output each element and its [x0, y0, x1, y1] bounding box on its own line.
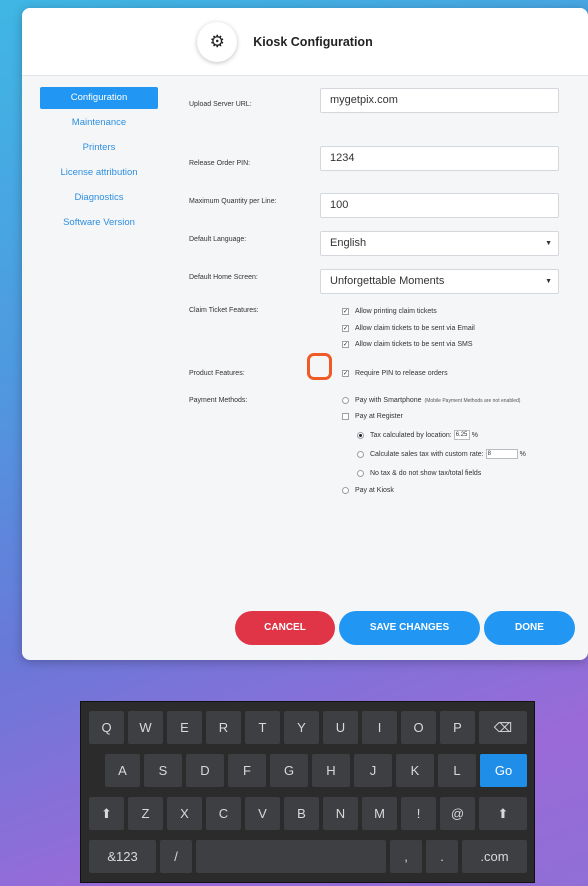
gear-icon: ⚙ — [197, 21, 238, 62]
shift-right-icon[interactable]: ⬆ — [479, 797, 527, 830]
dialog-title: Kiosk Configuration — [253, 34, 373, 49]
key-d[interactable]: D — [186, 754, 224, 787]
no-tax-radio[interactable]: No tax & do not show tax/total fields — [357, 470, 481, 477]
key-p[interactable]: P — [440, 711, 475, 744]
highlight-ring — [307, 353, 332, 380]
key-exclamation[interactable]: ! — [401, 797, 436, 830]
shift-left-icon[interactable]: ⬆ — [89, 797, 124, 830]
key-q[interactable]: Q — [89, 711, 124, 744]
language-select[interactable]: English ▼ — [320, 231, 559, 256]
max-qty-input[interactable]: 100 — [320, 193, 559, 218]
key-a[interactable]: A — [105, 754, 140, 787]
key-h[interactable]: H — [312, 754, 350, 787]
home-screen-label: Default Home Screen: — [189, 274, 258, 281]
radio-icon — [357, 450, 364, 458]
key-j[interactable]: J — [354, 754, 392, 787]
key-n[interactable]: N — [323, 797, 358, 830]
key-y[interactable]: Y — [284, 711, 319, 744]
key-f[interactable]: F — [228, 754, 266, 787]
key-g[interactable]: G — [270, 754, 308, 787]
sidebar-item-configuration[interactable]: Configuration — [40, 87, 158, 109]
dialog-header: ⚙ Kiosk Configuration — [22, 8, 588, 76]
key-v[interactable]: V — [245, 797, 280, 830]
upload-url-label: Upload Server URL: — [189, 101, 252, 108]
key-l[interactable]: L — [438, 754, 476, 787]
key-r[interactable]: R — [206, 711, 241, 744]
radio-icon — [342, 487, 349, 494]
tax-custom-input[interactable]: 8 — [485, 449, 518, 459]
radio-icon — [357, 470, 364, 477]
key-z[interactable]: Z — [128, 797, 163, 830]
tax-location-radio[interactable]: Tax calculated by location: 6.25% — [357, 430, 478, 440]
done-button[interactable]: DONE — [484, 611, 575, 645]
checkbox-checked-icon: ✓ — [342, 308, 349, 315]
checkbox-icon — [342, 413, 349, 420]
key-at[interactable]: @ — [440, 797, 475, 830]
key-w[interactable]: W — [128, 711, 163, 744]
key-o[interactable]: O — [401, 711, 436, 744]
sidebar: Configuration Maintenance Printers Licen… — [40, 87, 158, 237]
key-m[interactable]: M — [362, 797, 397, 830]
radio-selected-icon — [357, 431, 364, 439]
numbers-key[interactable]: &123 — [89, 840, 156, 873]
key-slash[interactable]: / — [160, 840, 192, 873]
cancel-button[interactable]: CANCEL — [235, 611, 335, 645]
checkbox-checked-icon: ✓ — [342, 325, 349, 332]
claim-ticket-label: Claim Ticket Features: — [189, 307, 259, 314]
payment-methods-label: Payment Methods: — [189, 397, 248, 404]
home-screen-value: Unforgettable Moments — [330, 275, 445, 287]
pay-smartphone-radio[interactable]: Pay with Smartphone (Mobile Payment Metho… — [342, 397, 520, 404]
max-qty-label: Maximum Quantity per Line: — [189, 198, 277, 205]
pay-register-checkbox[interactable]: Pay at Register — [342, 413, 403, 420]
caret-down-icon: ▼ — [545, 240, 552, 247]
sidebar-item-diagnostics[interactable]: Diagnostics — [40, 187, 158, 209]
sidebar-item-printers[interactable]: Printers — [40, 137, 158, 159]
kiosk-config-dialog: ⚙ Kiosk Configuration Configuration Main… — [22, 8, 588, 660]
tax-location-input[interactable]: 6.25 — [453, 430, 470, 440]
sidebar-item-software-version[interactable]: Software Version — [40, 212, 158, 234]
claim-email-checkbox[interactable]: ✓ Allow claim tickets to be sent via Emai… — [342, 325, 475, 332]
upload-url-input[interactable]: mygetpix.com — [320, 88, 559, 113]
on-screen-keyboard: Q W E R T Y U I O P ⌫ A S D F G H J K L … — [80, 701, 535, 883]
key-t[interactable]: T — [245, 711, 280, 744]
key-comma[interactable]: , — [390, 840, 422, 873]
key-u[interactable]: U — [323, 711, 358, 744]
space-key[interactable] — [196, 840, 386, 873]
caret-down-icon: ▼ — [545, 278, 552, 285]
checkbox-checked-icon: ✓ — [342, 341, 349, 348]
home-screen-select[interactable]: Unforgettable Moments ▼ — [320, 269, 559, 294]
language-label: Default Language: — [189, 236, 247, 243]
key-period[interactable]: . — [426, 840, 458, 873]
sidebar-item-license[interactable]: License attribution — [40, 162, 158, 184]
language-value: English — [330, 237, 367, 249]
release-pin-input[interactable]: 1234 — [320, 146, 559, 171]
radio-icon — [342, 397, 349, 404]
product-features-label: Product Features: — [189, 370, 245, 377]
claim-sms-checkbox[interactable]: ✓ Allow claim tickets to be sent via SMS — [342, 341, 473, 348]
go-key[interactable]: Go — [480, 754, 527, 787]
key-x[interactable]: X — [167, 797, 202, 830]
release-pin-label: Release Order PIN: — [189, 160, 251, 167]
key-b[interactable]: B — [284, 797, 319, 830]
dotcom-key[interactable]: .com — [462, 840, 527, 873]
backspace-icon[interactable]: ⌫ — [479, 711, 527, 744]
key-e[interactable]: E — [167, 711, 202, 744]
claim-print-checkbox[interactable]: ✓ Allow printing claim tickets — [342, 308, 437, 315]
save-changes-button[interactable]: SAVE CHANGES — [339, 611, 480, 645]
sidebar-item-maintenance[interactable]: Maintenance — [40, 112, 158, 134]
key-s[interactable]: S — [144, 754, 182, 787]
key-c[interactable]: C — [206, 797, 241, 830]
key-i[interactable]: I — [362, 711, 397, 744]
tax-custom-radio[interactable]: Calculate sales tax with custom rate: 8% — [357, 449, 526, 459]
checkbox-checked-icon: ✓ — [342, 370, 349, 377]
key-k[interactable]: K — [396, 754, 434, 787]
pay-kiosk-radio[interactable]: Pay at Kiosk — [342, 487, 394, 494]
require-pin-checkbox[interactable]: ✓ Require PIN to release orders — [342, 370, 448, 377]
